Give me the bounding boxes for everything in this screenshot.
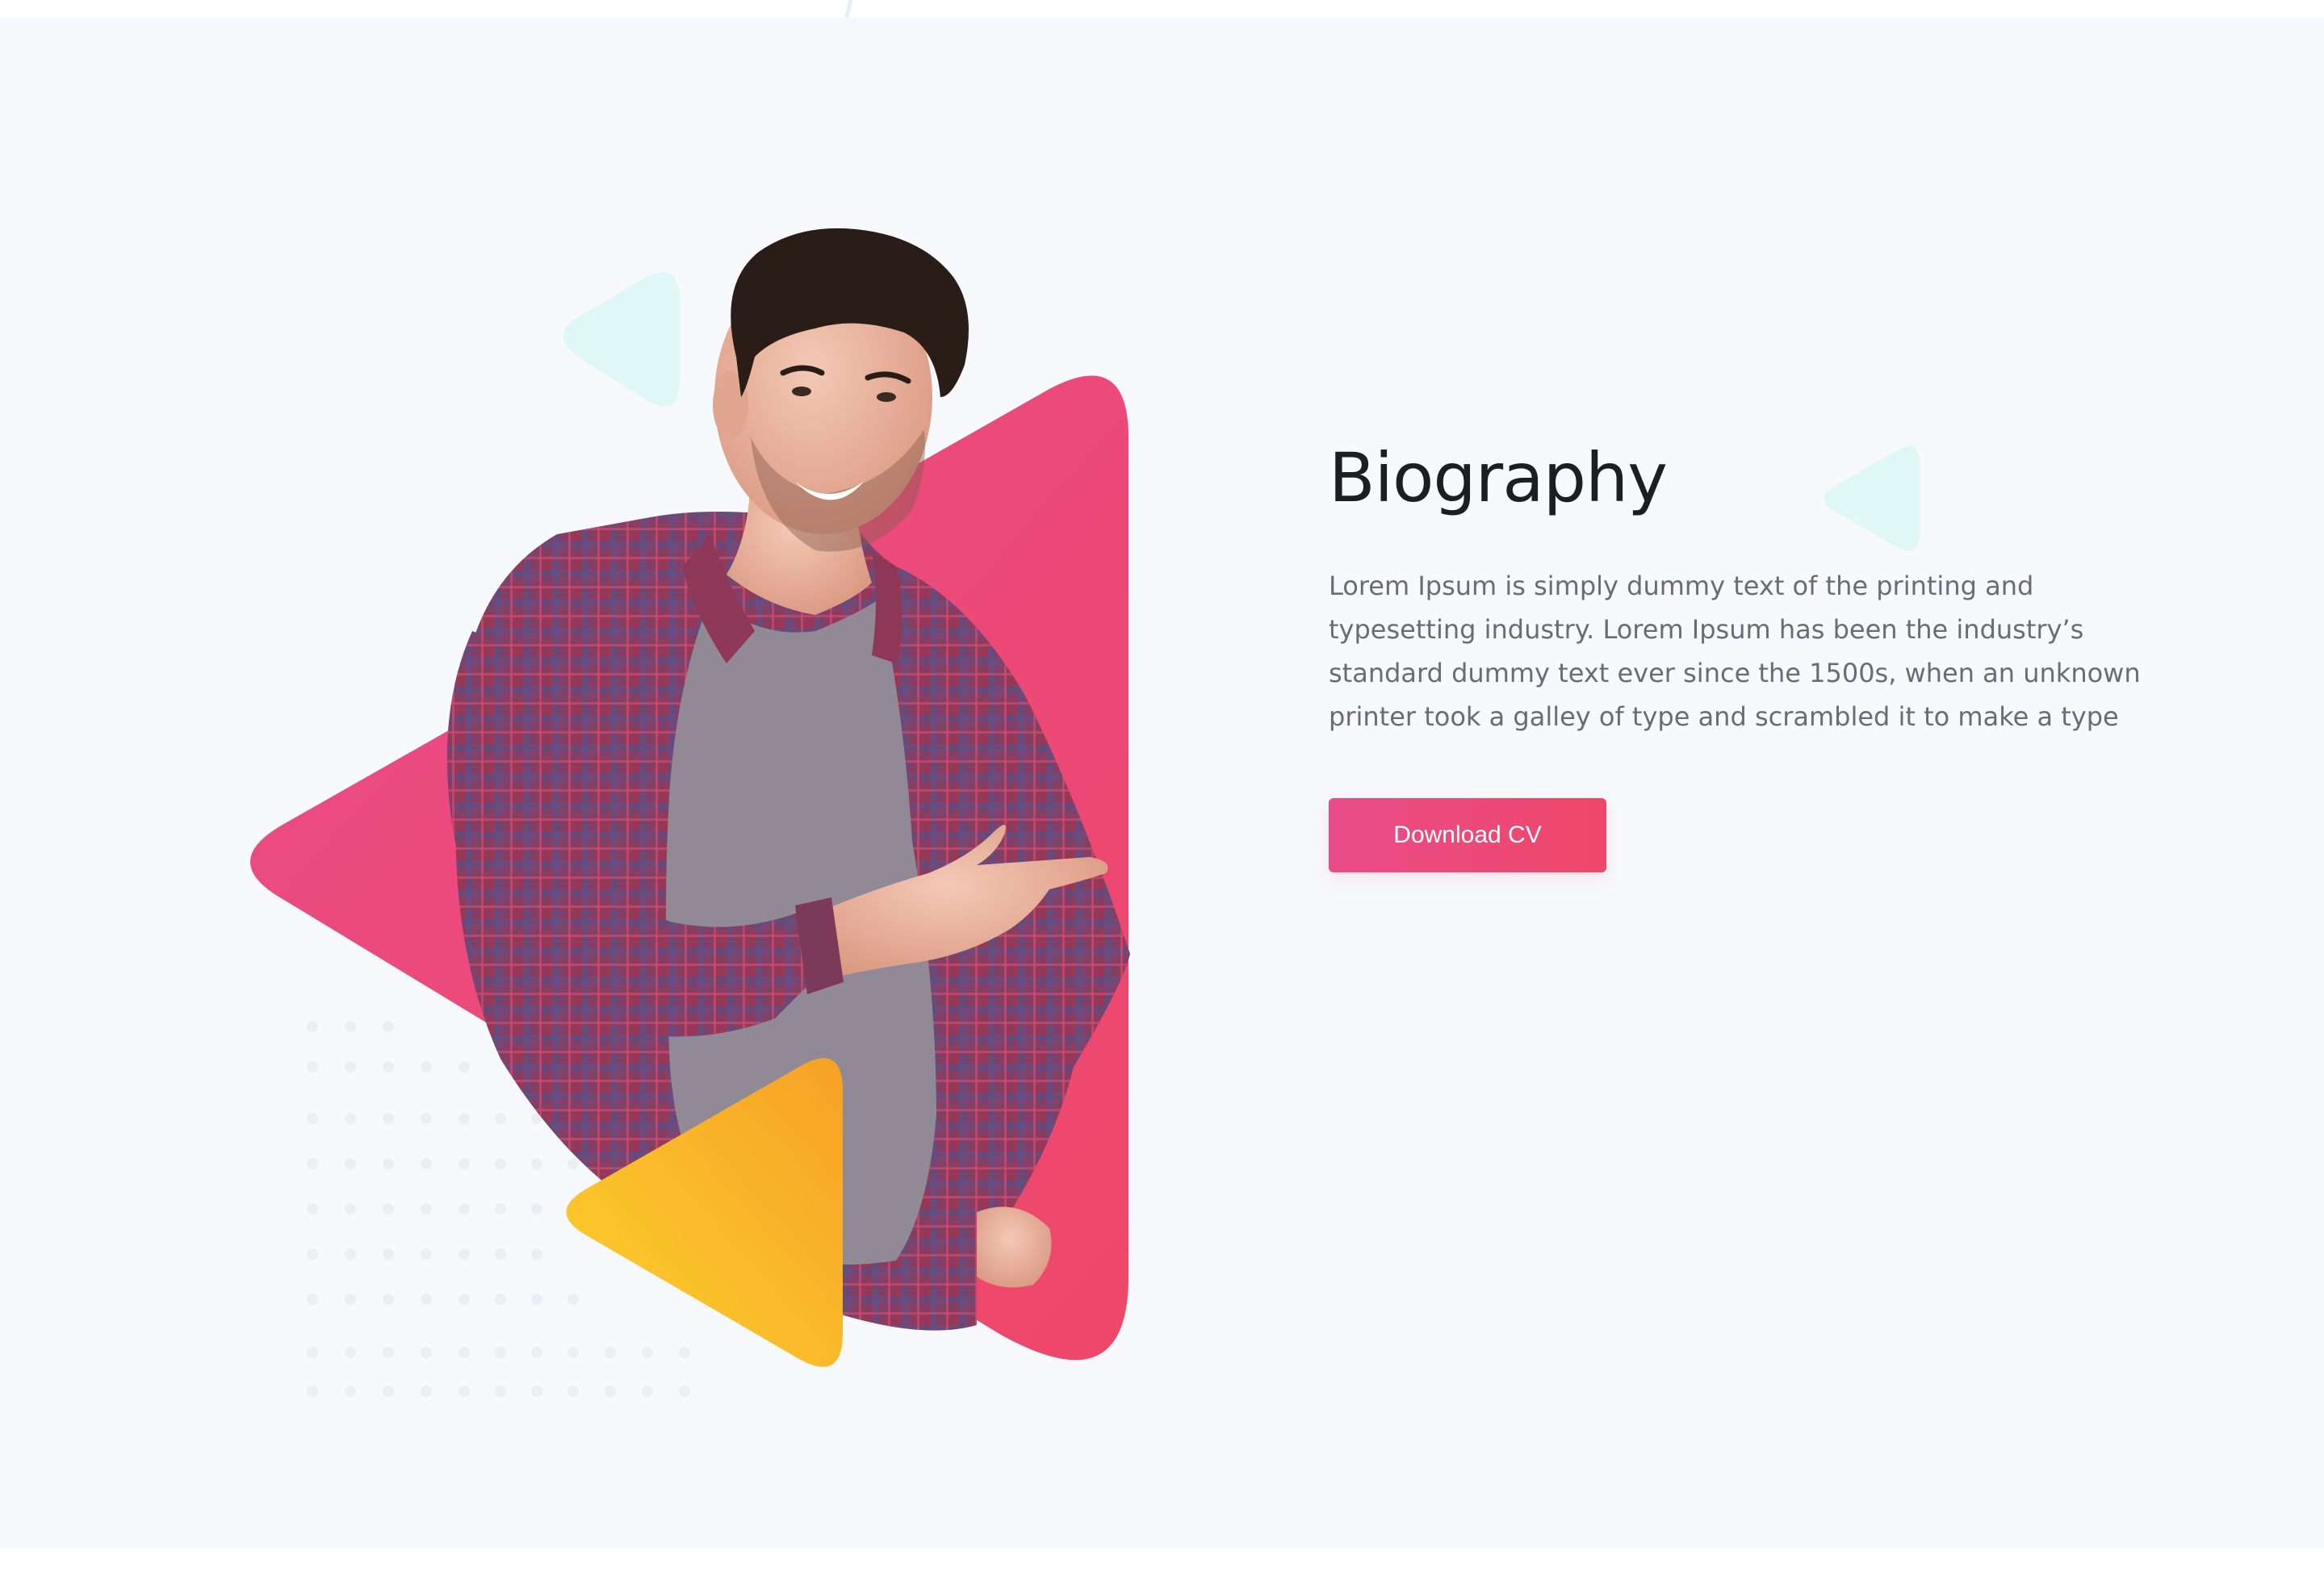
cyan-triangle-decor xyxy=(563,272,680,408)
bottom-strip xyxy=(0,1548,2324,1589)
slash-mark-icon xyxy=(844,0,853,18)
biography-title: Biography xyxy=(1329,438,1668,517)
biography-illustration xyxy=(250,228,1130,1397)
biography-content: Biography Lorem Ipsum is simply dummy te… xyxy=(1329,437,2184,872)
top-strip xyxy=(0,0,2324,18)
biography-text: Lorem Ipsum is simply dummy text of the … xyxy=(1329,570,2141,732)
download-cv-button[interactable]: Download CV xyxy=(1329,797,1606,872)
biography-section: Biography Lorem Ipsum is simply dummy te… xyxy=(0,18,2324,1548)
